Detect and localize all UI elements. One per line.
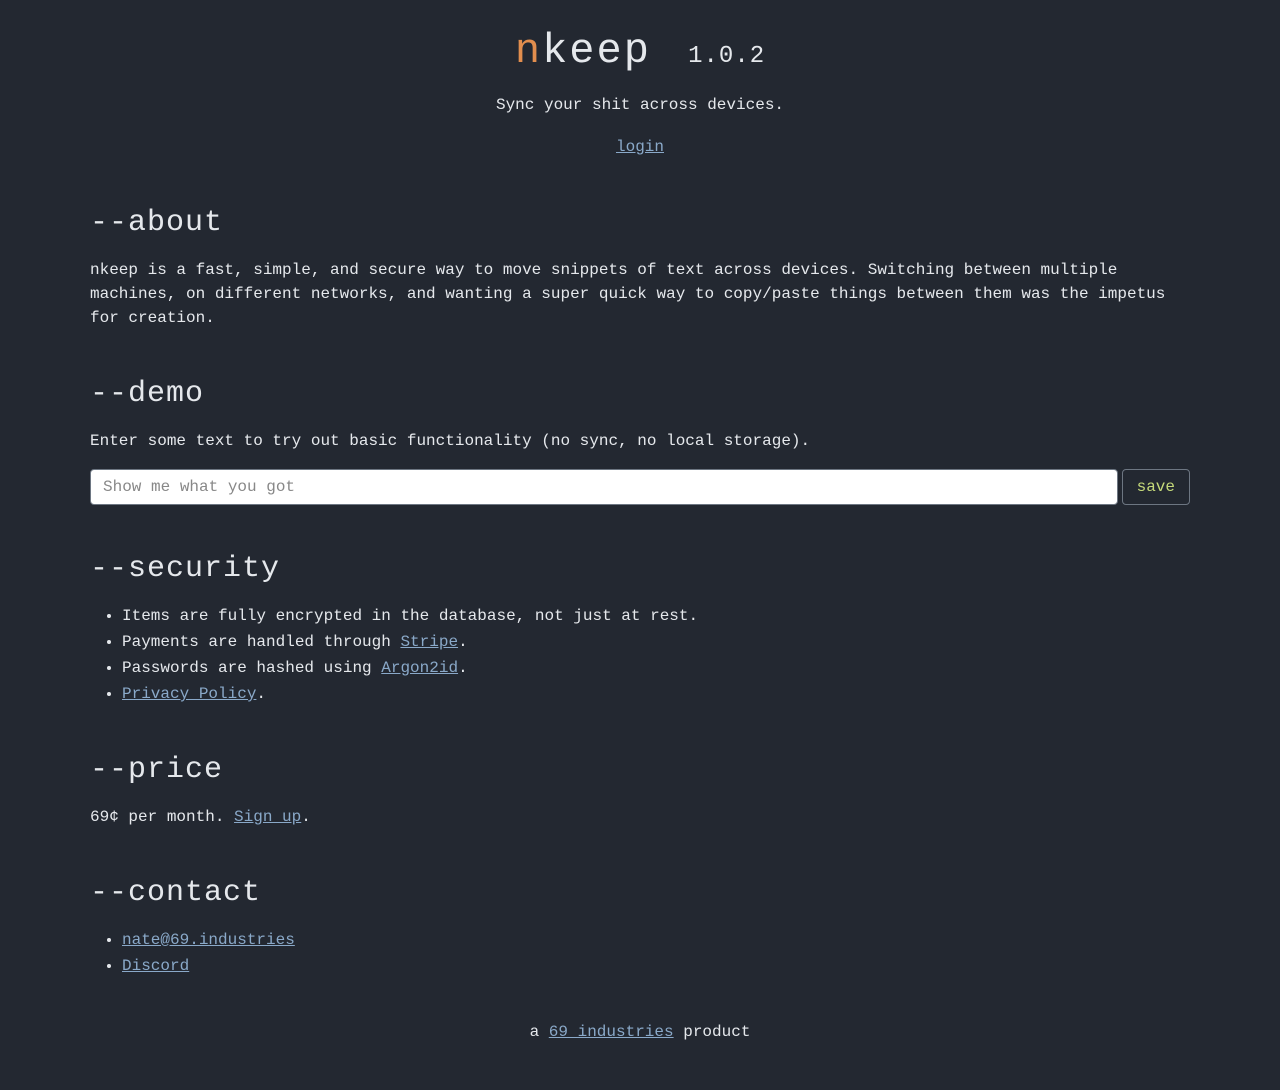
argon2id-link[interactable]: Argon2id: [381, 659, 458, 677]
tagline: Sync your shit across devices.: [90, 93, 1190, 117]
contact-email-link[interactable]: nate@69.industries: [122, 931, 295, 949]
login-link[interactable]: login: [616, 138, 664, 156]
list-item: Passwords are hashed using Argon2id.: [122, 656, 1190, 680]
list-item: Items are fully encrypted in the databas…: [122, 604, 1190, 628]
logo-word: keep: [542, 27, 651, 75]
discord-link[interactable]: Discord: [122, 957, 189, 975]
contact-heading: --contact: [90, 871, 1190, 916]
page-title: nkeep 1.0.2: [90, 20, 1190, 83]
price-body: 69¢ per month. Sign up.: [90, 805, 1190, 829]
contact-list: nate@69.industries Discord: [90, 928, 1190, 978]
security-list: Items are fully encrypted in the databas…: [90, 604, 1190, 706]
price-heading: --price: [90, 748, 1190, 793]
stripe-link[interactable]: Stripe: [400, 633, 458, 651]
demo-body: Enter some text to try out basic functio…: [90, 429, 1190, 453]
list-item: Privacy Policy.: [122, 682, 1190, 706]
security-heading: --security: [90, 547, 1190, 592]
list-item: Discord: [122, 954, 1190, 978]
company-link[interactable]: 69 industries: [549, 1023, 674, 1041]
privacy-policy-link[interactable]: Privacy Policy: [122, 685, 256, 703]
about-body: nkeep is a fast, simple, and secure way …: [90, 258, 1190, 330]
list-item: nate@69.industries: [122, 928, 1190, 952]
list-item: Payments are handled through Stripe.: [122, 630, 1190, 654]
version-label: 1.0.2: [688, 43, 765, 70]
demo-input[interactable]: [90, 469, 1118, 505]
about-heading: --about: [90, 201, 1190, 246]
save-button[interactable]: save: [1122, 469, 1190, 505]
demo-heading: --demo: [90, 372, 1190, 417]
logo-letter: n: [515, 27, 542, 75]
signup-link[interactable]: Sign up: [234, 808, 301, 826]
